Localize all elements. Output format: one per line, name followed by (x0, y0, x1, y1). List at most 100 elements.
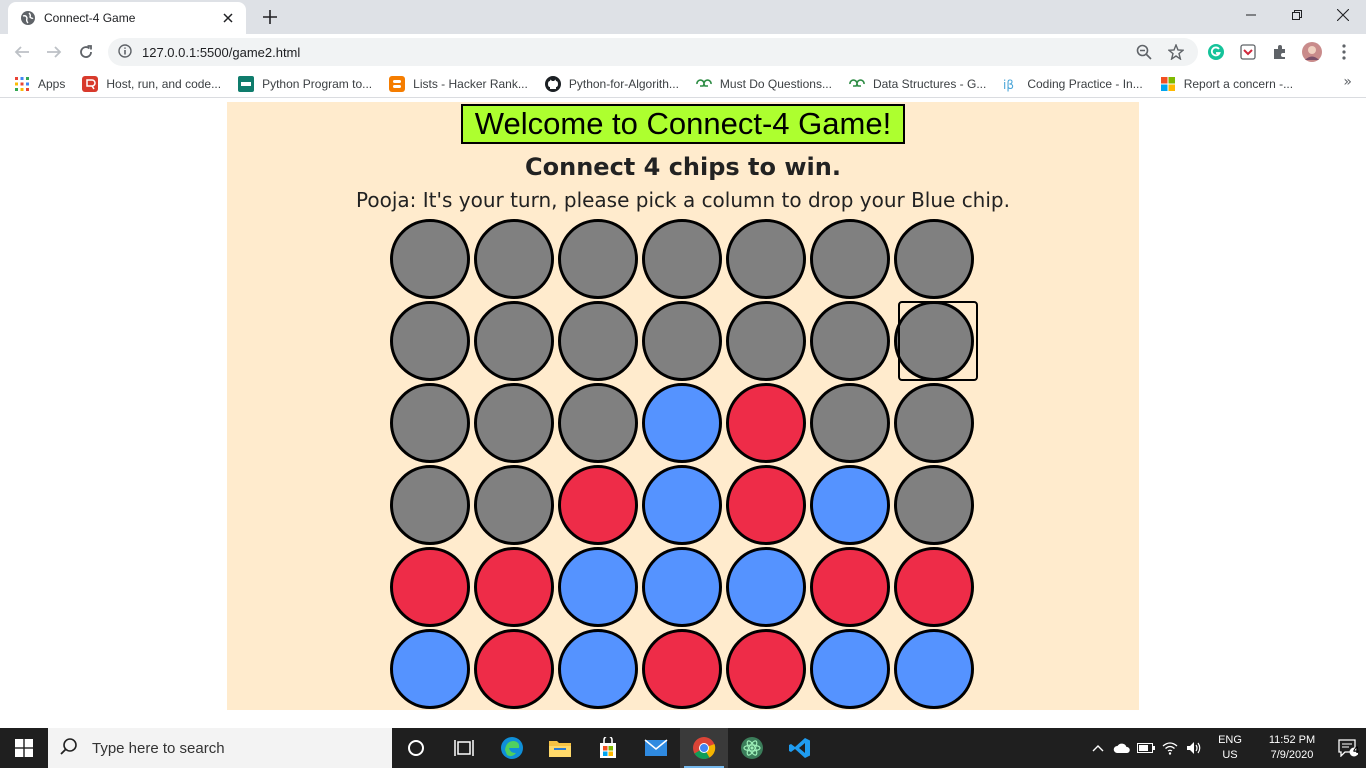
chrome-icon[interactable] (680, 728, 728, 768)
board-cell-empty[interactable] (642, 301, 722, 381)
svg-text:iβ: iβ (1003, 78, 1014, 92)
menu-kebab-icon[interactable] (1332, 40, 1356, 64)
board-cell-blue[interactable] (558, 629, 638, 709)
wifi-icon[interactable] (1158, 728, 1182, 768)
board-cell-empty[interactable] (894, 219, 974, 299)
board-cell-empty[interactable] (558, 301, 638, 381)
task-view-icon[interactable] (440, 728, 488, 768)
bookmark-replit[interactable]: Host, run, and code... (82, 72, 221, 96)
github-icon (544, 75, 561, 92)
board-cell-blue[interactable] (390, 629, 470, 709)
board-cell-red[interactable] (474, 547, 554, 627)
board-cell-empty[interactable] (390, 219, 470, 299)
board-cell-blue[interactable] (642, 465, 722, 545)
minimize-icon[interactable] (1228, 0, 1274, 30)
board-cell-empty[interactable] (474, 383, 554, 463)
notification-center-icon[interactable]: 4 (1330, 728, 1366, 768)
board-cell-empty[interactable] (810, 383, 890, 463)
board-cell-red[interactable] (726, 629, 806, 709)
zoom-icon[interactable] (1132, 40, 1156, 64)
bookmark-report-concern[interactable]: Report a concern -... (1160, 72, 1293, 96)
extensions-puzzle-icon[interactable] (1268, 40, 1292, 64)
bookmark-hackerrank-lists[interactable]: Lists - Hacker Rank... (389, 72, 528, 96)
reload-icon[interactable] (72, 38, 100, 66)
battery-icon[interactable] (1134, 728, 1158, 768)
board-cell-empty[interactable] (390, 301, 470, 381)
board-cell-empty[interactable] (894, 383, 974, 463)
board-cell-blue[interactable] (726, 547, 806, 627)
volume-icon[interactable] (1182, 728, 1206, 768)
atom-icon[interactable] (728, 728, 776, 768)
address-bar[interactable]: 127.0.0.1:5500/game2.html (108, 38, 1198, 66)
board-cell-red[interactable] (390, 547, 470, 627)
board-cell-empty[interactable] (390, 383, 470, 463)
new-tab-icon[interactable] (258, 6, 282, 28)
board-cell-blue[interactable] (558, 547, 638, 627)
bookmark-data-structures[interactable]: Data Structures - G... (849, 72, 986, 96)
board-cell-empty[interactable] (726, 301, 806, 381)
clock[interactable]: 11:52 PM 7/9/2020 (1262, 733, 1322, 763)
bookmark-python-program[interactable]: Python Program to... (238, 72, 372, 96)
vscode-icon[interactable] (776, 728, 824, 768)
input-language[interactable]: ENG US (1212, 733, 1248, 763)
bookmark-label: Python Program to... (262, 76, 373, 91)
board-cell-empty[interactable] (474, 301, 554, 381)
board-cell-blue[interactable] (810, 465, 890, 545)
chevron-up-icon[interactable] (1086, 728, 1110, 768)
microsoft-store-icon[interactable] (584, 728, 632, 768)
pocket-icon[interactable] (1236, 40, 1260, 64)
board-cell-red[interactable] (642, 629, 722, 709)
board-cell-empty[interactable] (558, 219, 638, 299)
close-tab-icon[interactable] (220, 10, 236, 26)
board-cell-empty[interactable] (474, 465, 554, 545)
board-cell-red[interactable] (810, 547, 890, 627)
cortana-icon[interactable] (392, 728, 440, 768)
board-cell-empty[interactable] (894, 301, 974, 381)
clock-date: 7/9/2020 (1270, 749, 1314, 761)
search-placeholder: Type here to search (92, 739, 225, 757)
grammarly-icon[interactable] (1204, 40, 1228, 64)
board-cell-blue[interactable] (642, 383, 722, 463)
onedrive-cloud-icon[interactable] (1110, 728, 1134, 768)
profile-avatar[interactable] (1300, 40, 1324, 64)
board-cell-red[interactable] (474, 629, 554, 709)
board-cell-blue[interactable] (642, 547, 722, 627)
board-cell-empty[interactable] (726, 219, 806, 299)
board-cell-blue[interactable] (810, 629, 890, 709)
taskbar-search-input[interactable]: Type here to search (48, 728, 392, 768)
info-icon[interactable] (118, 43, 132, 62)
mail-icon[interactable] (632, 728, 680, 768)
board-cell-empty[interactable] (894, 465, 974, 545)
gfg-icon (849, 76, 865, 92)
board-cell-red[interactable] (726, 383, 806, 463)
board-cell-red[interactable] (726, 465, 806, 545)
bookmarks-overflow-icon[interactable]: » (1343, 74, 1352, 90)
forward-arrow-icon[interactable] (40, 38, 68, 66)
board-cell-empty[interactable] (810, 219, 890, 299)
close-window-icon[interactable] (1320, 0, 1366, 30)
site-icon (238, 75, 255, 92)
microsoft-icon (1160, 76, 1176, 92)
bookmark-star-icon[interactable] (1164, 40, 1188, 64)
bookmark-coding-practice[interactable]: iβ Coding Practice - In... (1003, 72, 1142, 96)
back-arrow-icon[interactable] (8, 38, 36, 66)
board-cell-empty[interactable] (558, 383, 638, 463)
board-cell-empty[interactable] (810, 301, 890, 381)
bookmark-must-do-questions[interactable]: Must Do Questions... (696, 72, 832, 96)
board-cell-empty[interactable] (642, 219, 722, 299)
bookmark-label: Lists - Hacker Rank... (413, 76, 528, 91)
board-cell-empty[interactable] (474, 219, 554, 299)
restore-icon[interactable] (1274, 0, 1320, 30)
browser-tab-active[interactable]: Connect-4 Game (8, 2, 246, 34)
edge-icon[interactable] (488, 728, 536, 768)
board-cell-red[interactable] (558, 465, 638, 545)
board-cell-red[interactable] (894, 547, 974, 627)
board-cell-blue[interactable] (894, 629, 974, 709)
url-text[interactable]: 127.0.0.1:5500/game2.html (142, 45, 1124, 60)
bookmark-github[interactable]: Python-for-Algorith... (544, 72, 679, 96)
bookmark-label: Report a concern -... (1183, 76, 1294, 91)
windows-start-icon[interactable] (0, 728, 48, 768)
board-cell-empty[interactable] (390, 465, 470, 545)
bookmark-apps[interactable]: Apps (14, 72, 65, 96)
file-explorer-icon[interactable] (536, 728, 584, 768)
